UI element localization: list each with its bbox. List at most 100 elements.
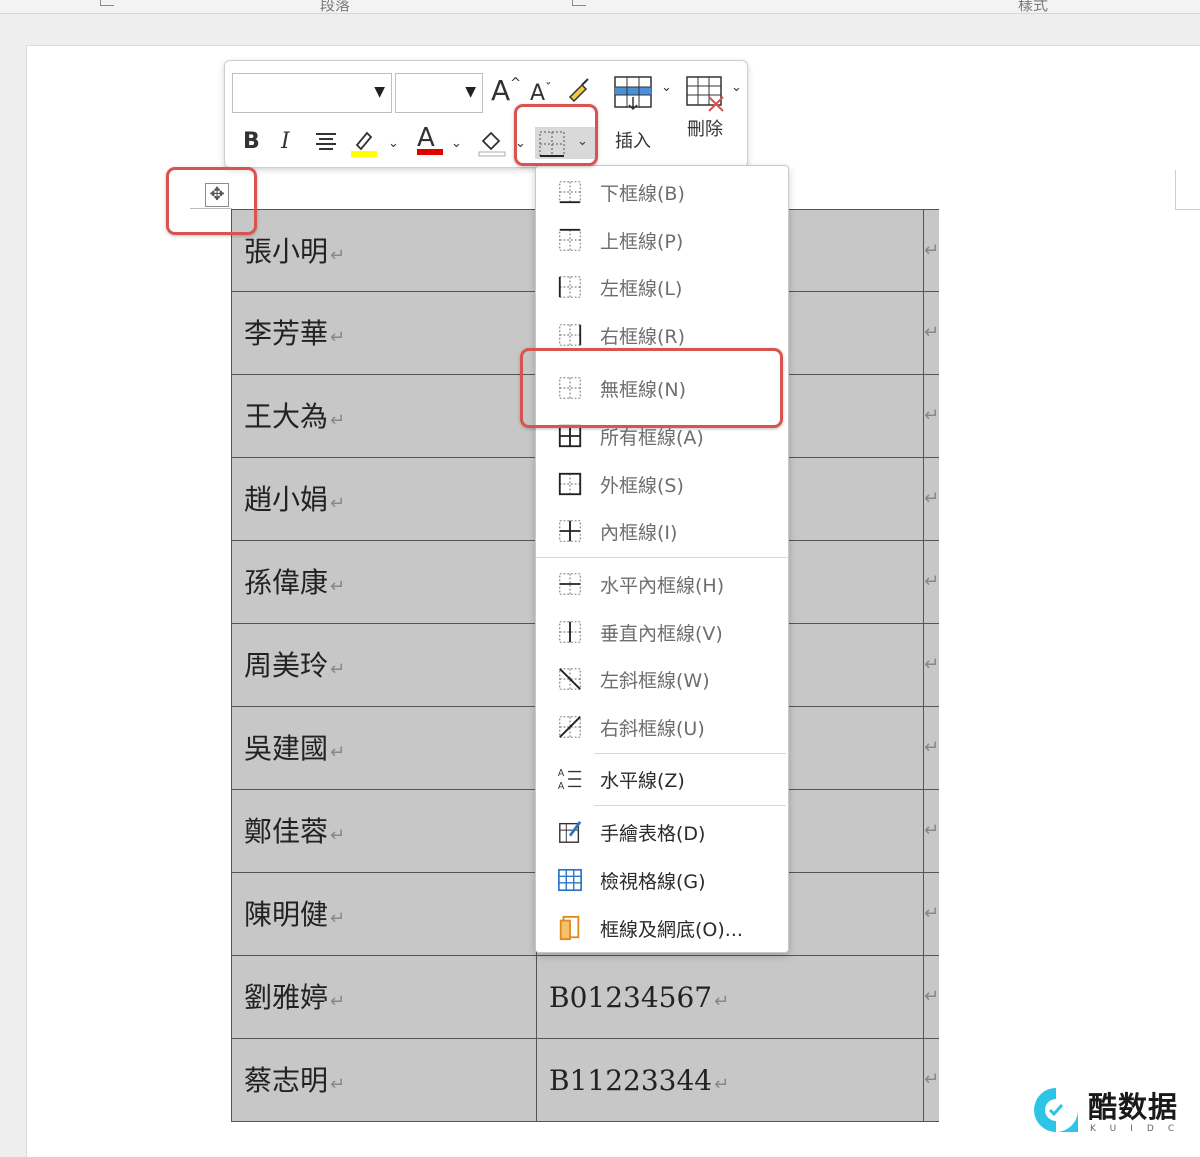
borders-menu-item-label: 上框線(P) <box>600 230 684 253</box>
borders-shading-icon <box>559 915 580 941</box>
paragraph-mark: ↵ <box>330 742 346 763</box>
bottom-border-icon <box>559 181 581 204</box>
view-gridlines-icon <box>558 868 582 892</box>
paragraph-mark: ↵ <box>714 991 730 1012</box>
borders-menu-item-label: 框線及網底(O)... <box>600 918 743 941</box>
name-text: 孫偉康 <box>244 566 329 599</box>
borders-menu-item[interactable]: 框線及網底(O)... <box>536 906 788 950</box>
borders-menu-item-label: 垂直內框線(V) <box>600 622 723 645</box>
name-text: 劉雅婷 <box>244 981 329 1014</box>
paragraph-mark: ↵ <box>330 245 346 266</box>
highlight-no-border-item <box>520 348 783 428</box>
text-highlight-button[interactable] <box>349 127 379 161</box>
paint-bucket-icon <box>478 131 506 157</box>
name-cell[interactable]: 蔡志明 ↵ <box>231 1039 537 1122</box>
inside-horizontal-border-icon <box>559 573 581 595</box>
center-align-button[interactable] <box>313 129 339 159</box>
delete-button[interactable]: ⌄ <box>685 75 742 117</box>
top-border-icon <box>559 228 581 251</box>
font-color-dropdown[interactable]: ⌄ <box>451 137 462 150</box>
paragraph-dialog-launcher-icon[interactable] <box>572 0 586 6</box>
row-end-cell: ↵ <box>924 292 939 375</box>
borders-menu-item[interactable]: 左斜框線(W) <box>536 657 788 701</box>
inside-vertical-border-icon <box>559 621 581 643</box>
name-cell[interactable]: 吳建國 ↵ <box>231 707 537 790</box>
borders-menu-item-label: 右斜框線(U) <box>600 717 705 740</box>
paragraph-mark: ↵ <box>330 991 346 1012</box>
name-text: 趙小娟 <box>244 483 329 516</box>
borders-menu-item-label: 右框線(R) <box>600 325 686 348</box>
borders-menu-item[interactable]: 外框線(S) <box>536 462 788 506</box>
diagonal-down-border-icon <box>559 668 581 690</box>
inside-borders-icon <box>559 520 581 542</box>
borders-menu-item[interactable]: A A 水平線(Z) <box>536 757 788 801</box>
borders-menu-item[interactable]: 左框線(L) <box>536 265 788 309</box>
highlight-color-dropdown[interactable]: ⌄ <box>388 137 399 150</box>
chevron-down-icon: ⌄ <box>661 80 672 95</box>
name-cell[interactable]: 周美玲 ↵ <box>231 624 537 707</box>
name-cell[interactable]: 張小明 ↵ <box>231 209 537 292</box>
row-end-mark: ↵ <box>924 571 939 592</box>
paragraph-mark: ↵ <box>330 327 346 348</box>
name-cell[interactable]: 王大為 ↵ <box>231 375 537 458</box>
shrink-font-button[interactable]: Aˇ <box>530 83 552 105</box>
insert-table-icon <box>614 76 652 111</box>
borders-menu-item[interactable]: 水平內框線(H) <box>536 562 788 606</box>
borders-menu-item[interactable]: 手繪表格(D) <box>536 810 788 854</box>
name-text: 王大為 <box>244 400 329 433</box>
borders-menu-item[interactable]: 垂直內框線(V) <box>536 610 788 654</box>
italic-button[interactable]: I <box>281 131 290 153</box>
font-size-dropdown[interactable]: ▼ <box>395 73 483 113</box>
row-end-mark: ↵ <box>924 488 939 509</box>
row-end-mark: ↵ <box>924 820 939 841</box>
grow-font-button[interactable]: A^ <box>491 77 521 105</box>
shading-button[interactable] <box>477 127 507 161</box>
name-cell[interactable]: 劉雅婷 ↵ <box>231 956 537 1039</box>
ribbon-strip: 段落 樣式 <box>0 0 1200 14</box>
ribbon-group-paragraph: 段落 <box>320 0 351 14</box>
row-end-cell: ↵ <box>924 624 939 707</box>
borders-menu-item[interactable]: 右斜框線(U) <box>536 705 788 749</box>
borders-menu-item[interactable]: 下框線(B) <box>536 170 788 214</box>
id-cell[interactable]: B11223344 ↵ <box>537 1039 924 1122</box>
name-cell[interactable]: 李芳華 ↵ <box>231 292 537 375</box>
bold-button[interactable]: B <box>243 131 260 153</box>
svg-text:A: A <box>558 768 565 779</box>
draw-table-icon <box>559 820 582 843</box>
id-text: B11223344 <box>549 1064 713 1097</box>
name-cell[interactable]: 陳明健 ↵ <box>231 873 537 956</box>
borders-menu-item[interactable]: 檢視格線(G) <box>536 858 788 902</box>
table-row[interactable]: 劉雅婷 ↵ B01234567 ↵ ↵ <box>231 956 939 1039</box>
svg-text:A: A <box>558 781 565 792</box>
name-text: 蔡志明 <box>244 1064 329 1097</box>
row-end-mark: ↵ <box>924 240 939 261</box>
insert-button[interactable]: ⌄ <box>613 75 672 115</box>
borders-menu-item[interactable]: 上框線(P) <box>536 218 788 262</box>
diagonal-up-border-icon <box>559 716 581 738</box>
paragraph-mark: ↵ <box>330 493 346 514</box>
name-text: 張小明 <box>244 235 329 268</box>
left-border-icon <box>558 276 581 298</box>
right-border-icon <box>559 324 582 346</box>
row-end-cell: ↵ <box>924 707 939 790</box>
name-cell[interactable]: 孫偉康 ↵ <box>231 541 537 624</box>
paragraph-mark: ↵ <box>330 410 346 431</box>
row-end-cell: ↵ <box>924 956 939 1039</box>
paragraph-mark: ↵ <box>330 908 346 929</box>
id-cell[interactable]: B01234567 ↵ <box>537 956 924 1039</box>
name-cell[interactable]: 鄭佳蓉 ↵ <box>231 790 537 873</box>
borders-menu-item-label: 水平線(Z) <box>600 769 685 792</box>
chevron-down-icon: ⌄ <box>731 80 742 95</box>
font-dialog-launcher-icon[interactable] <box>100 0 114 6</box>
borders-menu-item[interactable]: 內框線(I) <box>536 509 788 553</box>
row-end-cell: ↵ <box>924 458 939 541</box>
table-row[interactable]: 蔡志明 ↵ B11223344 ↵ ↵ <box>231 1039 939 1122</box>
font-color-button[interactable]: A <box>417 125 443 155</box>
borders-dropdown-menu: 下框線(B) 上框線(P) 左框線(L) 右框線(R) 無框線(N) 所有框線(A) 外框線… <box>535 165 789 953</box>
row-end-mark: ↵ <box>924 322 939 343</box>
name-text: 陳明健 <box>244 898 329 931</box>
borders-menu-item-label: 左框線(L) <box>600 277 683 300</box>
font-name-dropdown[interactable]: ▼ <box>232 73 392 113</box>
name-cell[interactable]: 趙小娟 ↵ <box>231 458 537 541</box>
watermark-logo: 酷数据 KUIDC <box>1030 1080 1190 1140</box>
